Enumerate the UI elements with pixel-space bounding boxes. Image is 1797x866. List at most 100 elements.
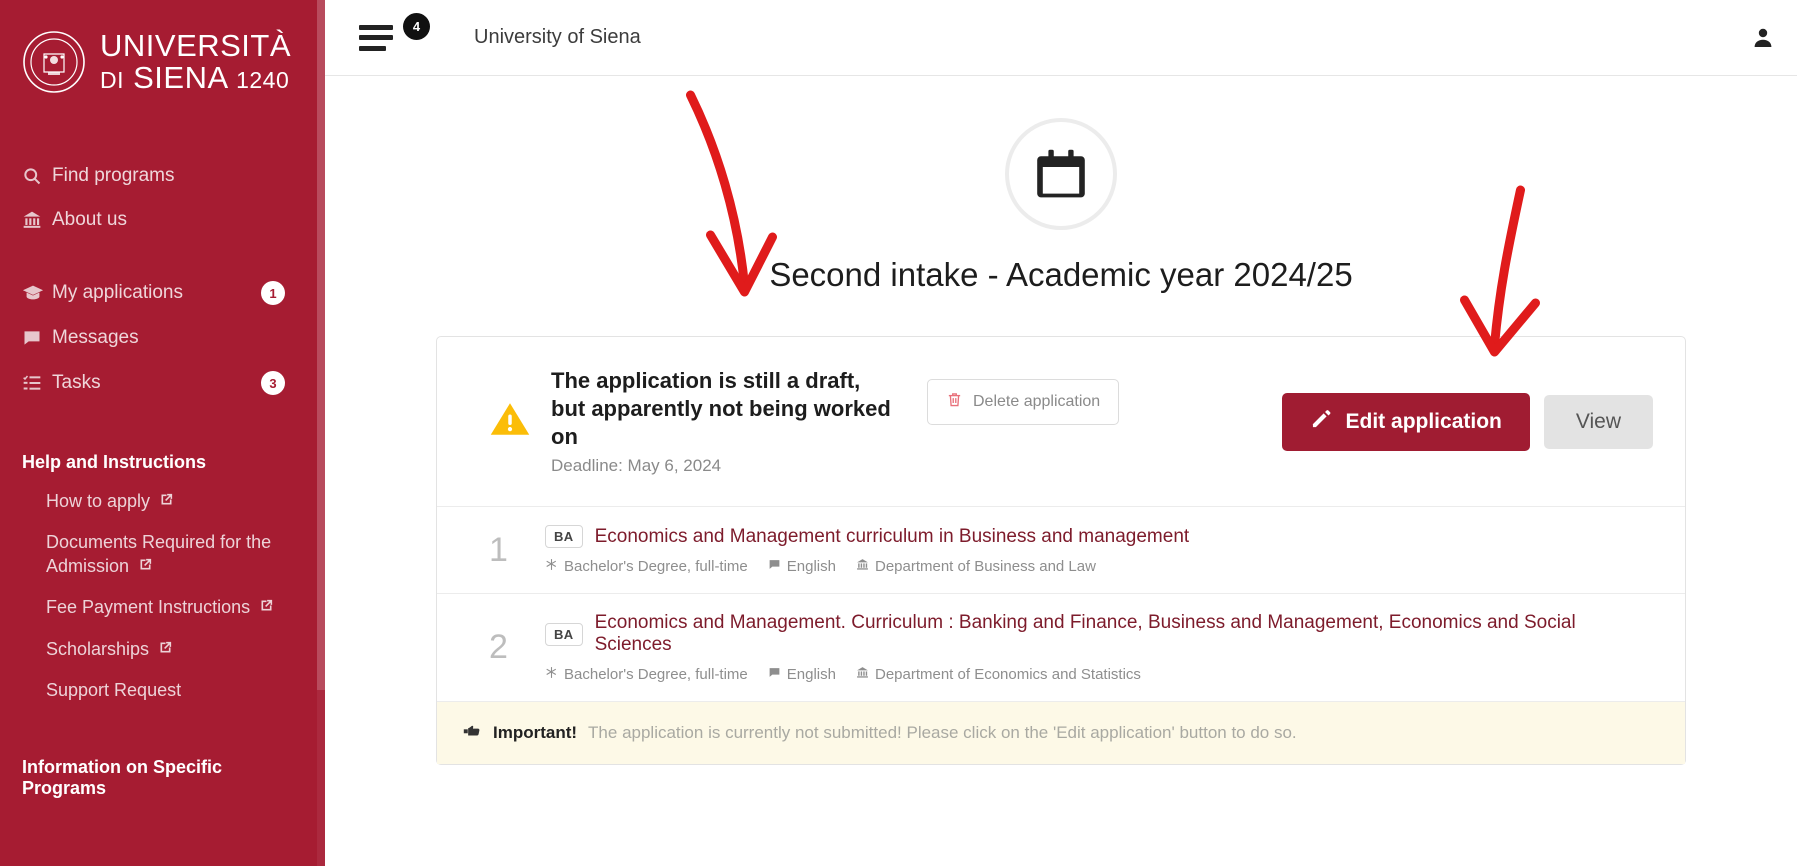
main-content: Second intake - Academic year 2024/25 Th… xyxy=(325,76,1797,766)
bank-icon xyxy=(22,210,52,230)
task-list-icon xyxy=(22,373,52,393)
program-body: BA Economics and Management curriculum i… xyxy=(545,525,1653,575)
application-status-header: The application is still a draft, but ap… xyxy=(437,337,1685,506)
application-status-card: The application is still a draft, but ap… xyxy=(436,336,1686,766)
sidebar-link-support-request[interactable]: Support Request xyxy=(0,670,325,711)
sidebar-scrollbar-thumb[interactable] xyxy=(317,0,325,690)
program-department-label: Department of Business and Law xyxy=(874,558,1096,576)
topbar: 4 University of Siena xyxy=(325,0,1797,76)
program-degree-type: Bachelor's Degree, full-time xyxy=(545,666,748,683)
view-application-label: View xyxy=(1575,409,1621,433)
calendar-icon xyxy=(1005,118,1117,230)
asterisk-icon xyxy=(545,558,558,575)
pointing-hand-icon xyxy=(463,721,482,745)
chat-bubble-icon xyxy=(22,328,52,348)
program-degree-tag: BA xyxy=(545,622,583,646)
asterisk-icon xyxy=(545,666,558,683)
sidebar-item-label: About us xyxy=(52,209,127,230)
program-language: English xyxy=(768,558,836,575)
edit-application-button[interactable]: Edit application xyxy=(1281,392,1530,451)
program-body: BA Economics and Management. Curriculum … xyxy=(545,612,1653,683)
trash-icon xyxy=(946,391,963,413)
sidebar-scrollbar-track[interactable] xyxy=(317,0,325,866)
program-department: Department of Business and Law xyxy=(856,558,1096,575)
program-rank-number: 1 xyxy=(489,530,508,569)
program-language-label: English xyxy=(786,558,836,576)
edit-application-label: Edit application xyxy=(1345,409,1502,433)
external-link-icon xyxy=(159,490,174,513)
program-degree-type: Bachelor's Degree, full-time xyxy=(545,558,748,575)
page-breadcrumb-title: University of Siena xyxy=(474,26,641,48)
logo-line-universita: UNIVERSITÀ xyxy=(100,28,292,64)
bank-icon xyxy=(856,666,869,683)
delete-application-button[interactable]: Delete application xyxy=(927,379,1120,425)
sidebar-link-fee-payment[interactable]: Fee Payment Instructions xyxy=(0,587,325,628)
delete-application-label: Delete application xyxy=(973,393,1101,410)
program-language: English xyxy=(768,666,836,683)
sidebar: UNIVERSITÀ DI SIENA 1240 Find programs A… xyxy=(0,0,325,866)
hamburger-menu-icon[interactable] xyxy=(359,24,393,51)
sidebar-badge-my-applications: 1 xyxy=(261,281,285,305)
program-title-line: BA Economics and Management curriculum i… xyxy=(545,525,1653,549)
program-row[interactable]: 1 BA Economics and Management curriculum… xyxy=(437,506,1685,593)
program-degree-tag: BA xyxy=(545,525,583,549)
external-link-icon xyxy=(138,555,153,578)
sidebar-section-help: Help and Instructions xyxy=(22,452,207,472)
sidebar-item-about-us[interactable]: About us xyxy=(0,198,325,242)
application-status-title: The application is still a draft, but ap… xyxy=(551,368,891,450)
sidebar-section-programs: Information on Specific Programs xyxy=(22,757,223,799)
chat-bubble-icon xyxy=(768,558,781,575)
sidebar-link-label: How to apply xyxy=(46,491,151,511)
sidebar-item-find-programs[interactable]: Find programs xyxy=(0,154,325,198)
program-row[interactable]: 2 BA Economics and Management. Curriculu… xyxy=(437,593,1685,701)
sidebar-item-my-applications[interactable]: My applications 1 xyxy=(0,270,325,316)
sidebar-item-tasks[interactable]: Tasks 3 xyxy=(0,360,325,406)
page-title: Second intake - Academic year 2024/25 xyxy=(769,256,1353,293)
sidebar-link-label: Scholarships xyxy=(46,638,150,659)
program-title-link[interactable]: Economics and Management curriculum in B… xyxy=(595,526,1190,548)
pencil-icon xyxy=(1310,408,1332,436)
program-title-line: BA Economics and Management. Curriculum … xyxy=(545,612,1653,656)
sidebar-link-label: Documents Required for the Admission xyxy=(46,532,272,576)
program-degree-label: Bachelor's Degree, full-time xyxy=(564,666,748,684)
warning-triangle-icon xyxy=(489,398,531,445)
sidebar-badge-tasks: 3 xyxy=(261,371,285,395)
program-department-label: Department of Economics and Statistics xyxy=(874,666,1141,684)
sidebar-link-how-to-apply[interactable]: How to apply xyxy=(0,481,325,522)
program-degree-label: Bachelor's Degree, full-time xyxy=(564,558,748,576)
user-account-icon[interactable] xyxy=(1751,26,1775,50)
logo-line-siena: DI SIENA 1240 xyxy=(100,62,291,94)
important-notice: Important! The application is currently … xyxy=(437,701,1685,765)
program-meta: Bachelor's Degree, full-time English Dep… xyxy=(545,666,1653,683)
sidebar-item-messages[interactable]: Messages xyxy=(0,316,325,360)
sidebar-nav: Find programs About us My applications 1… xyxy=(0,154,325,807)
sidebar-item-label: My applications xyxy=(52,282,183,303)
university-logo[interactable]: UNIVERSITÀ DI SIENA 1240 xyxy=(0,0,325,94)
bank-icon xyxy=(856,558,869,575)
sidebar-link-scholarships[interactable]: Scholarships xyxy=(0,629,325,670)
logo-siena: SIENA xyxy=(133,60,227,95)
logo-wordmark: UNIVERSITÀ DI SIENA 1240 xyxy=(100,30,291,93)
program-language-label: English xyxy=(786,666,836,684)
sidebar-item-label: Find programs xyxy=(52,165,175,186)
important-notice-text: The application is currently not submitt… xyxy=(588,723,1297,743)
program-title-link[interactable]: Economics and Management. Curriculum : B… xyxy=(595,612,1653,656)
view-application-button[interactable]: View xyxy=(1543,394,1653,449)
sidebar-link-documents-required[interactable]: Documents Required for the Admission xyxy=(0,522,325,587)
university-crest-icon xyxy=(23,31,85,93)
chat-bubble-icon xyxy=(768,666,781,683)
sidebar-item-label: Messages xyxy=(52,327,139,348)
application-status-text: The application is still a draft, but ap… xyxy=(551,367,891,476)
program-department: Department of Economics and Statistics xyxy=(856,666,1141,683)
sidebar-item-label: Tasks xyxy=(52,372,101,393)
important-notice-bold: Important! xyxy=(493,723,578,743)
sidebar-link-label: Support Request xyxy=(46,679,182,700)
application-deadline: Deadline: May 6, 2024 xyxy=(551,456,722,476)
application-actions: Edit application View xyxy=(1281,392,1653,451)
program-meta: Bachelor's Degree, full-time English Dep… xyxy=(545,558,1653,575)
menu-notification-badge: 4 xyxy=(403,13,430,40)
app-root: UNIVERSITÀ DI SIENA 1240 Find programs A… xyxy=(0,0,1797,866)
logo-di: DI xyxy=(100,67,124,93)
